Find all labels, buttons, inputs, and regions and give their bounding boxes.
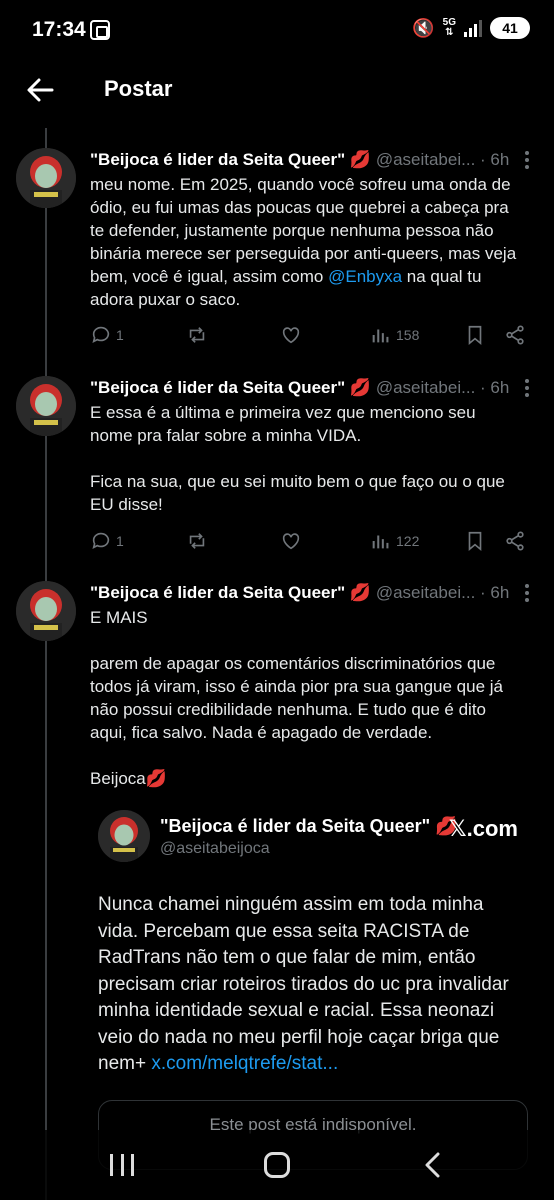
top-bar: Postar [0,60,554,130]
status-time: 17:34 [32,18,86,41]
quoted-post-text: Nunca chamei ninguém assim em toda minha… [98,892,518,1078]
author-handle[interactable]: @aseitabei... [376,583,475,602]
x-logo-icon: 𝕏.com [448,816,518,841]
quoted-post-text-body: Nunca chamei ninguém assim em toda minha… [98,894,509,1074]
quoted-author-handle: @aseitabeijoca [160,840,270,857]
views-button[interactable]: 158 [370,324,419,346]
quoted-author-name: "Beijoca é lider da Seita Queer" 💋 [160,816,458,837]
screenshot-icon [90,20,110,40]
mention-link[interactable]: @Enbyxa [328,267,402,286]
post-actions: 1 122 [90,530,530,554]
author-name[interactable]: "Beijoca é lider da Seita Queer" [90,150,345,169]
repost-button[interactable] [186,530,208,552]
mute-icon: 🔇 [412,17,435,38]
reply-button[interactable]: 1 [90,530,124,552]
quoted-post-card[interactable]: "Beijoca é lider da Seita Queer" 💋 @asei… [98,810,528,1110]
views-count: 158 [396,327,420,343]
post-time: · 6h [480,583,510,602]
share-icon [506,325,524,345]
views-button[interactable]: 122 [370,530,419,552]
quoted-post-link[interactable]: x.com/melqtrefe/stat... [151,1053,338,1074]
avatar[interactable] [16,148,76,208]
share-icon [506,531,524,551]
status-bar: 17:34 🔇 5G ⇅ 41 [0,0,554,60]
more-vertical-icon[interactable] [524,150,530,170]
bar-chart-icon [372,535,389,549]
quoted-avatar [98,810,150,862]
back-icon[interactable] [422,1152,444,1178]
bookmark-button[interactable] [464,530,486,552]
repost-icon [189,533,205,549]
share-button[interactable] [504,324,526,346]
bookmark-icon [468,325,482,346]
post-text: E essa é a última e primeira vez que men… [90,403,505,514]
repost-button[interactable] [186,324,208,346]
home-icon[interactable] [264,1152,290,1178]
kiss-emoji: 💋 [349,583,372,602]
views-count: 122 [396,533,420,549]
kiss-emoji: 💋 [349,150,372,169]
post-time: · 6h [480,378,510,397]
reply-button[interactable]: 1 [90,324,124,346]
system-navigation-bar [0,1130,554,1200]
network-type: 5G [442,17,456,28]
reply-icon [92,532,110,549]
author-handle[interactable]: @aseitabei... [376,150,475,169]
status-icons: 🔇 5G ⇅ 41 [412,17,530,39]
author-name[interactable]: "Beijoca é lider da Seita Queer" [90,583,345,602]
reply-count: 1 [116,533,124,549]
network-icon: 5G ⇅ [442,17,456,38]
more-vertical-icon[interactable] [524,583,530,603]
page-title: Postar [104,76,173,101]
like-button[interactable] [280,530,302,552]
heart-icon [282,533,300,550]
thread-connector-line [45,128,47,1200]
signal-icon [464,19,482,37]
bar-chart-icon [372,329,389,343]
kiss-emoji: 💋 [349,378,372,397]
share-button[interactable] [504,530,526,552]
like-button[interactable] [280,324,302,346]
post-text: meu nome. Em 2025, quando você sofreu um… [90,173,520,311]
post-time: · 6h [480,150,510,169]
battery-icon: 41 [490,17,530,39]
avatar[interactable] [16,581,76,641]
back-arrow-icon[interactable] [24,74,56,106]
post-actions: 1 158 [90,324,530,348]
bookmark-icon [468,531,482,552]
author-name[interactable]: "Beijoca é lider da Seita Queer" [90,378,345,397]
more-vertical-icon[interactable] [524,378,530,398]
author-handle[interactable]: @aseitabei... [376,378,475,397]
quoted-author-name-text: "Beijoca é lider da Seita Queer" [160,816,431,836]
post-text: E MAIS parem de apagar os comentários di… [90,608,503,788]
bookmark-button[interactable] [464,324,486,346]
avatar[interactable] [16,376,76,436]
reply-icon [92,326,110,343]
heart-icon [282,327,300,344]
reply-count: 1 [116,327,124,343]
recent-apps-icon[interactable] [110,1154,134,1176]
repost-icon [189,327,205,343]
battery-level: 41 [502,20,518,36]
